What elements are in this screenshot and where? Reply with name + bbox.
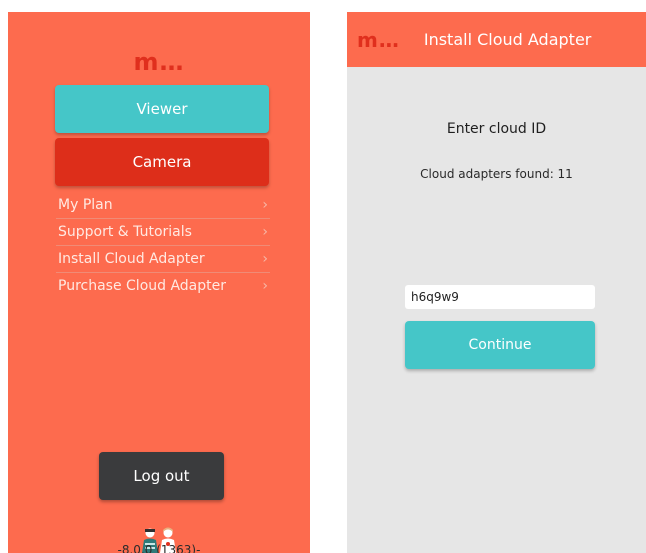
cloud-id-input[interactable] (405, 285, 595, 309)
install-cloud-adapter-screen: m… Install Cloud Adapter Enter cloud ID … (347, 12, 646, 553)
menu-item-support-tutorials[interactable]: Support & Tutorials › (56, 219, 270, 246)
app-logo[interactable]: m… (357, 28, 400, 52)
version-text: -8.0.0 (1363)- (117, 543, 201, 553)
menu-item-purchase-cloud-adapter[interactable]: Purchase Cloud Adapter › (56, 273, 270, 299)
top-bar: m… Install Cloud Adapter (347, 12, 646, 67)
app-logo: m… (133, 48, 185, 76)
menu-item-label: Purchase Cloud Adapter (58, 278, 227, 294)
page-title: Install Cloud Adapter (423, 30, 592, 49)
menu-item-my-plan[interactable]: My Plan › (56, 192, 270, 219)
menu-screen: m… Viewer Camera My Plan › Support & Tut… (8, 12, 310, 553)
enter-cloud-id-heading: Enter cloud ID (446, 121, 547, 137)
menu-list: My Plan › Support & Tutorials › Install … (56, 192, 270, 299)
menu-item-install-cloud-adapter[interactable]: Install Cloud Adapter › (56, 246, 270, 273)
logout-button[interactable]: Log out (99, 452, 224, 500)
adapters-found-text: Cloud adapters found: 11 (420, 167, 573, 181)
chevron-right-icon: › (262, 278, 268, 294)
menu-item-label: Install Cloud Adapter (58, 251, 205, 267)
chevron-right-icon: › (262, 197, 268, 213)
footer: -8.0.0 (1363)- (8, 524, 310, 553)
menu-item-label: Support & Tutorials (58, 224, 192, 240)
menu-item-label: My Plan (58, 197, 113, 213)
viewer-button[interactable]: Viewer (55, 85, 269, 133)
chevron-right-icon: › (262, 224, 268, 240)
continue-button[interactable]: Continue (405, 321, 595, 369)
chevron-right-icon: › (262, 251, 268, 267)
camera-button[interactable]: Camera (55, 138, 269, 186)
